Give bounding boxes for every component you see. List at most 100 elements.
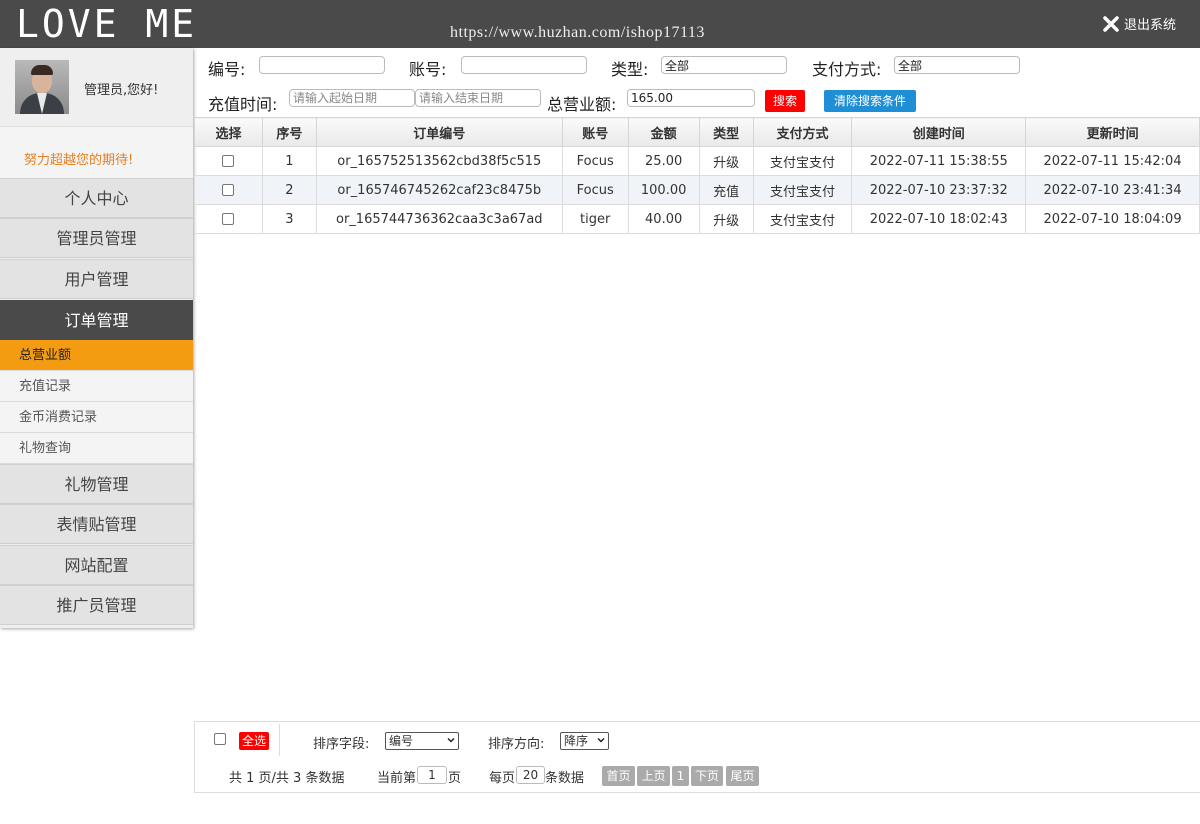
select-all-checkbox[interactable] — [214, 733, 226, 745]
current-page-suffix: 页 — [448, 771, 462, 786]
divider — [279, 724, 280, 756]
sort-field-select[interactable]: 编号 — [385, 732, 459, 750]
greeting-text: 管理员,您好! — [84, 83, 159, 98]
row-checkbox[interactable] — [222, 213, 235, 225]
cell-no: 2 — [261, 175, 317, 205]
close-icon — [1103, 15, 1119, 32]
type-input[interactable] — [661, 56, 787, 74]
col-header-type: 类型 — [698, 117, 754, 147]
cell-order-id: or_165744736362caa3c3a67ad — [315, 204, 563, 234]
cell-account: Focus — [561, 146, 629, 176]
sidebar-item-user-management[interactable]: 用户管理 — [0, 259, 193, 299]
next-page-button[interactable]: 下页 — [691, 766, 723, 786]
table-row: 1 or_165752513562cbd38f5c515 Focus 25.00… — [194, 146, 1200, 176]
sort-field-label: 排序字段: — [313, 737, 370, 752]
cell-no: 3 — [261, 204, 317, 234]
cell-type: 充值 — [698, 175, 754, 205]
sort-field-value: 编号 — [389, 734, 414, 748]
col-header-updated: 更新时间 — [1025, 117, 1200, 147]
sidebar-subitem-gift-query[interactable]: 礼物查询 — [0, 433, 193, 464]
search-panel: 编号: 账号: 类型: 支付方式: 充值时间: 总营业额: 搜索 清除搜索条件 — [208, 54, 1188, 114]
motto-panel: 努力超越您的期待! — [0, 126, 193, 178]
col-header-select: 选择 — [194, 117, 263, 147]
logout-button[interactable]: 退出系统 — [1102, 14, 1176, 33]
per-page-input[interactable]: 20 — [516, 766, 545, 784]
search-button[interactable]: 搜索 — [765, 90, 805, 112]
cell-created: 2022-07-10 18:02:43 — [851, 204, 1027, 234]
account-label: 账号: — [409, 60, 447, 79]
top-header: LOVE ME https://www.huzhan.com/ishop1711… — [0, 0, 1200, 48]
end-date-input[interactable] — [415, 89, 541, 107]
orders-table: 选择 序号 订单编号 账号 金额 类型 支付方式 创建时间 更新时间 1 or_… — [194, 117, 1200, 234]
account-input[interactable] — [461, 56, 587, 74]
pager-summary: 共 1 页/共 3 条数据 — [229, 771, 345, 786]
cell-amount: 100.00 — [627, 175, 700, 205]
sidebar-subitem-total-revenue[interactable]: 总营业额 — [0, 340, 193, 371]
col-header-pay-method: 支付方式 — [752, 117, 853, 147]
recharge-time-label: 充值时间: — [208, 95, 278, 114]
sort-direction-select[interactable]: 降序 — [560, 732, 609, 750]
chevron-down-icon — [447, 737, 455, 743]
sidebar-item-promoter-management[interactable]: 推广员管理 — [0, 585, 193, 625]
cell-account: Focus — [561, 175, 629, 205]
clear-search-button[interactable]: 清除搜索条件 — [824, 90, 916, 112]
select-all-button[interactable]: 全选 — [239, 732, 269, 750]
avatar — [15, 60, 69, 114]
sidebar-subitem-recharge-records[interactable]: 充值记录 — [0, 371, 193, 402]
id-input[interactable] — [259, 56, 385, 74]
first-page-button[interactable]: 首页 — [602, 766, 635, 786]
sidebar-item-order-management[interactable]: 订单管理 — [0, 300, 193, 340]
chevron-down-icon — [597, 737, 605, 743]
cell-order-id: or_165746745262caf23c8475b — [315, 175, 563, 205]
pager-bar: 全选 排序字段: 编号 排序方向: 降序 共 1 页/共 3 条数据 当前第 1… — [194, 721, 1200, 793]
cell-pay-method: 支付宝支付 — [752, 175, 853, 205]
last-page-button[interactable]: 尾页 — [726, 766, 759, 786]
cell-pay-method: 支付宝支付 — [752, 146, 853, 176]
profile-panel: 管理员,您好! — [0, 48, 193, 126]
cell-created: 2022-07-11 15:38:55 — [851, 146, 1027, 176]
cell-order-id: or_165752513562cbd38f5c515 — [315, 146, 563, 176]
col-header-no: 序号 — [261, 117, 317, 147]
row-checkbox[interactable] — [222, 184, 235, 196]
cell-amount: 40.00 — [627, 204, 700, 234]
cell-updated: 2022-07-10 18:04:09 — [1025, 204, 1200, 234]
start-date-input[interactable] — [289, 89, 415, 107]
current-page-prefix: 当前第 — [377, 771, 417, 786]
sidebar-item-admin-management[interactable]: 管理员管理 — [0, 218, 193, 258]
page-number-button[interactable]: 1 — [672, 766, 689, 786]
cell-created: 2022-07-10 23:37:32 — [851, 175, 1027, 205]
col-header-order-id: 订单编号 — [315, 117, 563, 147]
cell-updated: 2022-07-11 15:42:04 — [1025, 146, 1200, 176]
sidebar-subitem-coin-consumption[interactable]: 金币消费记录 — [0, 402, 193, 433]
cell-amount: 25.00 — [627, 146, 700, 176]
col-header-account: 账号 — [561, 117, 629, 147]
table-header-row: 选择 序号 订单编号 账号 金额 类型 支付方式 创建时间 更新时间 — [194, 117, 1200, 147]
sidebar-item-sticker-management[interactable]: 表情贴管理 — [0, 504, 193, 544]
table-row: 2 or_165746745262caf23c8475b Focus 100.0… — [194, 175, 1200, 205]
total-revenue-label: 总营业额: — [547, 95, 617, 114]
current-page-input[interactable]: 1 — [417, 766, 447, 784]
row-select-cell — [194, 204, 263, 234]
app-logo: LOVE ME — [16, 2, 198, 46]
per-page-prefix: 每页 — [489, 771, 516, 786]
per-page-suffix: 条数据 — [545, 771, 585, 786]
watermark-text: https://www.huzhan.com/ishop17113 — [450, 24, 705, 41]
pay-method-label: 支付方式: — [812, 60, 882, 79]
cell-type: 升级 — [698, 146, 754, 176]
pay-method-input[interactable] — [894, 56, 1020, 74]
row-select-cell — [194, 146, 263, 176]
sidebar-item-personal-center[interactable]: 个人中心 — [0, 178, 193, 218]
logout-label: 退出系统 — [1123, 18, 1176, 33]
id-label: 编号: — [208, 60, 246, 79]
sidebar-item-gift-management[interactable]: 礼物管理 — [0, 464, 193, 504]
total-revenue-field[interactable] — [627, 89, 755, 107]
cell-account: tiger — [561, 204, 629, 234]
row-select-cell — [194, 175, 263, 205]
sidebar-item-site-config[interactable]: 网站配置 — [0, 545, 193, 585]
prev-page-button[interactable]: 上页 — [637, 766, 670, 786]
cell-updated: 2022-07-10 23:41:34 — [1025, 175, 1200, 205]
cell-type: 升级 — [698, 204, 754, 234]
col-header-created: 创建时间 — [851, 117, 1027, 147]
table-row: 3 or_165744736362caa3c3a67ad tiger 40.00… — [194, 204, 1200, 234]
row-checkbox[interactable] — [222, 155, 235, 167]
